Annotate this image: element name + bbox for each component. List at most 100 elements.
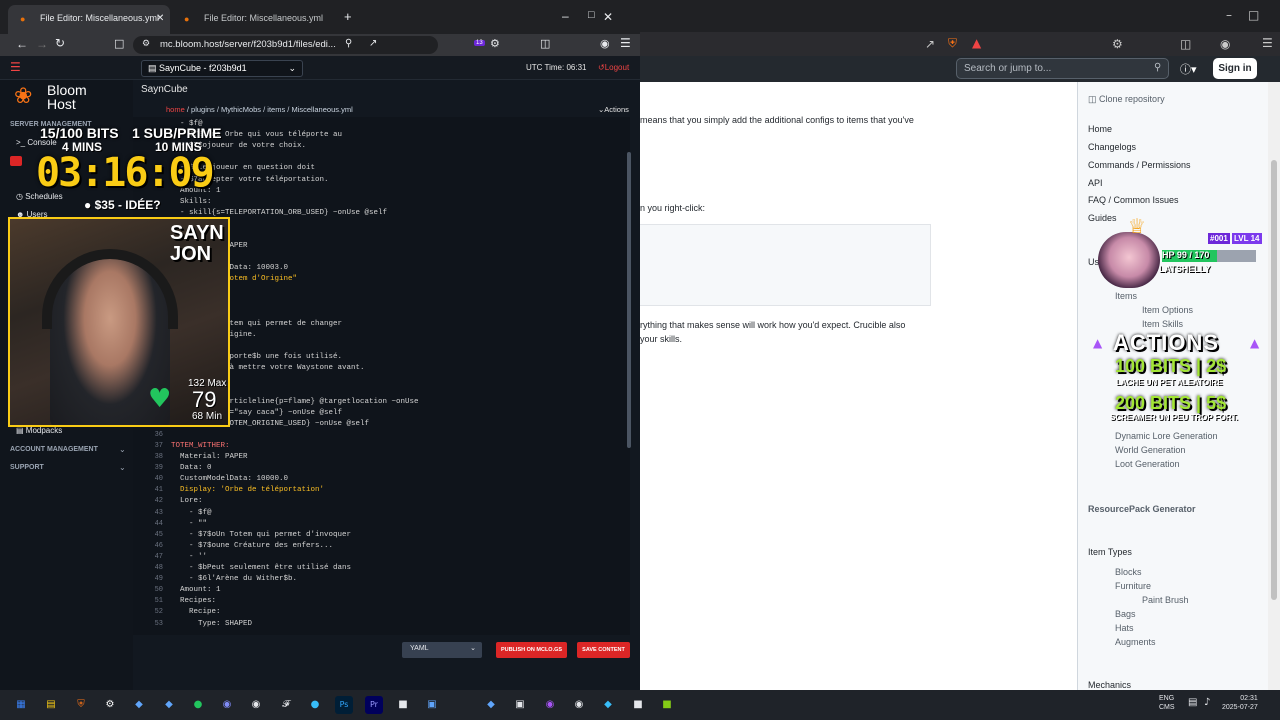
bookmark-icon[interactable]: □ bbox=[114, 37, 124, 50]
nav-commands[interactable]: Commands / Permissions bbox=[1088, 160, 1191, 170]
reload-icon[interactable]: ↻ bbox=[55, 36, 65, 50]
publish-mclogs-button[interactable]: PUBLISH ON MCLO.GS bbox=[496, 642, 567, 658]
code-line[interactable]: - $6l'Arène du Wither$b. bbox=[171, 575, 297, 583]
windows-start-icon[interactable]: ▦ bbox=[12, 696, 30, 714]
extensions-icon[interactable]: ⚙ bbox=[1112, 37, 1123, 51]
share-icon[interactable]: ↗ bbox=[925, 37, 935, 51]
breadcrumb-home[interactable]: home bbox=[166, 105, 185, 114]
chevron-down-icon[interactable]: ⌄ bbox=[119, 445, 126, 454]
code-line[interactable]: - $7$oUn Totem qui permet d'invoquer bbox=[171, 531, 351, 539]
code-line[interactable]: - "" bbox=[171, 520, 207, 528]
nav-paint-brush[interactable]: Paint Brush bbox=[1142, 595, 1189, 605]
nav-augments[interactable]: Augments bbox=[1115, 637, 1156, 647]
new-tab-icon[interactable]: + bbox=[344, 9, 352, 24]
page-scrollbar-thumb[interactable] bbox=[1271, 160, 1277, 600]
code-line[interactable]: - $f@ bbox=[171, 509, 212, 517]
keyboard-language[interactable]: ENG CMS bbox=[1159, 694, 1175, 712]
photoshop-icon[interactable]: Ps bbox=[335, 696, 353, 714]
tab-file-editor[interactable]: ● File Editor: Miscellaneous.yml bbox=[172, 5, 334, 34]
app-icon[interactable]: ◉ bbox=[541, 696, 559, 714]
code-line[interactable]: - '' bbox=[171, 553, 207, 561]
nav-furniture[interactable]: Furniture bbox=[1115, 581, 1151, 591]
sidebar-section-account[interactable]: ACCOUNT MANAGEMENT bbox=[10, 446, 98, 453]
logo-text[interactable]: Bloom Host bbox=[47, 83, 107, 111]
close-tab-icon[interactable]: ✕ bbox=[156, 13, 164, 24]
extension-badge[interactable]: 13 bbox=[474, 40, 485, 46]
app-icon[interactable]: ◆ bbox=[482, 696, 500, 714]
vscode-icon[interactable]: ◆ bbox=[130, 696, 148, 714]
restore-icon[interactable]: □ bbox=[588, 9, 595, 21]
file-explorer-icon[interactable]: ▤ bbox=[42, 696, 60, 714]
actions-dropdown[interactable]: ⌄Actions bbox=[598, 105, 629, 114]
settings-icon[interactable]: ⚙ bbox=[101, 696, 119, 714]
volume-icon[interactable]: ♪ bbox=[1204, 697, 1210, 708]
spotify-icon[interactable]: ● bbox=[189, 696, 207, 714]
app-icon[interactable]: ▣ bbox=[511, 696, 529, 714]
forward-icon[interactable]: → bbox=[36, 37, 48, 51]
code-line[interactable]: Lore: bbox=[171, 497, 203, 505]
app-icon[interactable]: ■ bbox=[394, 696, 412, 714]
site-info-icon[interactable]: ⚙ bbox=[142, 39, 150, 49]
rewards-icon[interactable]: ▲ bbox=[972, 36, 981, 50]
close-window-icon[interactable]: ✕ bbox=[603, 10, 613, 24]
zoom-icon[interactable]: ⚲ bbox=[345, 38, 352, 49]
nav-mechanics[interactable]: Mechanics bbox=[1088, 680, 1131, 690]
editor-scrollbar-thumb[interactable] bbox=[627, 152, 631, 448]
discord-icon[interactable]: ◉ bbox=[218, 696, 236, 714]
minecraft-icon[interactable]: ■ bbox=[658, 696, 676, 714]
nav-guides[interactable]: Guides bbox=[1088, 213, 1117, 223]
brave-icon[interactable]: ⛨ bbox=[72, 696, 90, 714]
code-line[interactable]: CustomModelData: 10000.0 bbox=[171, 475, 288, 483]
url-input[interactable]: ⚙ mc.bloom.host/server/f203b9d1/files/ed… bbox=[133, 36, 438, 54]
code-line[interactable]: Data: 0 bbox=[171, 464, 212, 472]
app-icon[interactable]: ◆ bbox=[599, 696, 617, 714]
nav-changelogs[interactable]: Changelogs bbox=[1088, 142, 1136, 152]
minimize-icon[interactable]: – bbox=[562, 9, 569, 23]
steam-icon[interactable]: ◉ bbox=[247, 696, 265, 714]
search-icon[interactable]: ⚲ bbox=[1154, 62, 1161, 73]
menu-icon[interactable]: ☰ bbox=[620, 36, 631, 50]
code-line[interactable]: - skill{s=TELEPORTATION_ORB_USED} ~onUse… bbox=[171, 209, 387, 217]
nav-hats[interactable]: Hats bbox=[1115, 623, 1134, 633]
back-icon[interactable]: ← bbox=[16, 37, 28, 51]
code-line[interactable]: Material: PAPER bbox=[171, 453, 248, 461]
vpn-icon[interactable]: ◉ bbox=[1220, 37, 1230, 51]
nav-dynamic-lore[interactable]: Dynamic Lore Generation bbox=[1115, 431, 1218, 441]
nav-item-options[interactable]: Item Options bbox=[1142, 305, 1193, 315]
language-select[interactable]: YAML ⌄ bbox=[402, 642, 482, 658]
sidebar-section-support[interactable]: SUPPORT bbox=[10, 464, 44, 471]
nav-loot-generation[interactable]: Loot Generation bbox=[1115, 459, 1180, 469]
brave-shield-icon[interactable]: ⛨ bbox=[948, 36, 957, 51]
code-line[interactable]: Recipes: bbox=[171, 597, 216, 605]
sidebar-icon[interactable]: ◫ bbox=[1180, 37, 1191, 51]
github-search-input[interactable]: Search or jump to... bbox=[956, 58, 1169, 79]
share-icon[interactable]: ↗ bbox=[369, 38, 377, 49]
code-line[interactable]: Display: 'Orbe de téléportation' bbox=[171, 486, 324, 494]
code-line[interactable]: Type: SHAPED bbox=[171, 620, 252, 628]
edge-icon[interactable]: ● bbox=[306, 696, 324, 714]
breadcrumb[interactable]: home / plugins / MythicMobs / items / Mi… bbox=[166, 105, 353, 114]
chevron-down-icon[interactable]: ⌄ bbox=[119, 463, 126, 472]
code-line[interactable]: - $bPeut seulement être utilisé dans bbox=[171, 564, 351, 572]
nav-item-skills[interactable]: Item Skills bbox=[1142, 319, 1183, 329]
save-content-button[interactable]: SAVE CONTENT bbox=[577, 642, 630, 658]
logout-button[interactable]: ↺Logout bbox=[598, 63, 629, 72]
extensions-icon[interactable]: ⚙ bbox=[490, 37, 500, 50]
bloom-logo-icon[interactable]: ❀ bbox=[14, 84, 32, 109]
vpn-icon[interactable]: ◉ bbox=[600, 37, 610, 50]
premiere-icon[interactable]: Pr bbox=[365, 696, 383, 714]
code-line[interactable]: Recipe: bbox=[171, 608, 221, 616]
minimize-icon[interactable]: – bbox=[1226, 8, 1232, 22]
terraform-icon[interactable]: 𝓕 bbox=[277, 696, 295, 714]
code-line[interactable]: - $7$oune Créature des enfers... bbox=[171, 542, 333, 550]
code-line[interactable]: Skills: bbox=[171, 198, 212, 206]
network-icon[interactable]: ▤ bbox=[1188, 697, 1197, 708]
maximize-icon[interactable]: □ bbox=[1248, 8, 1259, 22]
nav-bags[interactable]: Bags bbox=[1115, 609, 1136, 619]
help-icon[interactable]: ⓘ▾ bbox=[1180, 61, 1197, 77]
nav-api[interactable]: API bbox=[1088, 178, 1103, 188]
nav-blocks[interactable]: Blocks bbox=[1115, 567, 1142, 577]
nav-world-generation[interactable]: World Generation bbox=[1115, 445, 1185, 455]
nav-faq[interactable]: FAQ / Common Issues bbox=[1088, 195, 1179, 205]
server-select[interactable]: ▤ SaynCube - f203b9d1 ⌄ bbox=[141, 60, 303, 77]
